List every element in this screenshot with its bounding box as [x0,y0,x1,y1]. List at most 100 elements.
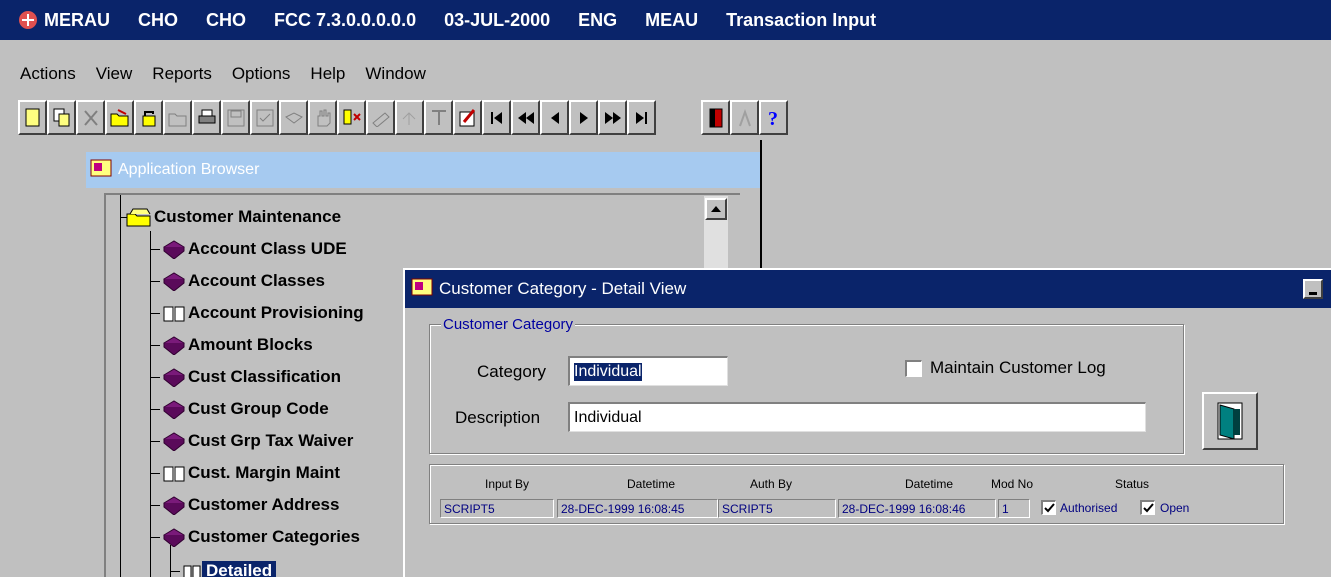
tree-label: Cust. Margin Maint [188,463,341,482]
app-icon [16,8,40,32]
description-input[interactable]: Individual [568,402,1146,432]
open-book-icon [183,565,201,577]
detail-title-bar: Customer Category - Detail View [405,270,1331,308]
category-input[interactable]: Individual [568,356,728,386]
title-function: Transaction Input [726,9,877,30]
tree-item-customer-address[interactable]: Customer Address [150,491,339,519]
new-button[interactable] [18,100,47,135]
tree-item-cust-group-code[interactable]: Cust Group Code [150,395,329,423]
book-icon [163,528,185,547]
fast-forward-icon [604,111,621,124]
last-record-button[interactable] [627,100,656,135]
title-user: MERAU [44,9,110,30]
tree-item-account-provisioning[interactable]: Account Provisioning [150,299,364,327]
back-icon [550,111,559,124]
tree-label: Cust Classification [188,367,342,386]
datetime-auth-header: Datetime [905,477,954,491]
tree-label: Customer Address [188,495,340,514]
copy-button[interactable] [47,100,76,135]
book-icon [163,400,185,419]
description-label: Description [455,408,541,427]
person-icon [738,108,751,126]
delete-icon [83,109,98,126]
tree-item-amount-blocks[interactable]: Amount Blocks [150,331,313,359]
new-icon [25,108,39,126]
window-icon [90,158,114,182]
rollover-button[interactable] [395,100,424,135]
template-button[interactable] [424,100,453,135]
menu-reports[interactable]: Reports [152,64,212,84]
query-button[interactable] [337,100,366,135]
menu-help[interactable]: Help [310,64,345,84]
first-icon [490,111,502,124]
unlock-button[interactable] [105,100,134,135]
next-record-button[interactable] [569,100,598,135]
open-checkbox [1140,500,1155,515]
close-record-button[interactable] [163,100,192,135]
help-icon: ? [768,108,778,129]
auth-datetime-field: 28-DEC-1999 16:08:46 [838,499,996,518]
first-record-button[interactable] [482,100,511,135]
tree-item-detailed[interactable]: Detailed [170,557,277,577]
exit-button[interactable] [1202,392,1258,450]
tree-item-cust-classification[interactable]: Cust Classification [150,363,341,391]
fast-back-icon [517,111,534,124]
mod-no-field: 1 [998,499,1030,518]
authorize-button[interactable] [134,100,163,135]
tree-item-customer-categories[interactable]: Customer Categories [150,523,360,551]
authorised-checkbox [1041,500,1056,515]
menu-options[interactable]: Options [232,64,291,84]
print-button[interactable] [192,100,221,135]
liquidate-button[interactable] [366,100,395,135]
next-page-button[interactable] [598,100,627,135]
hold-button[interactable] [308,100,337,135]
book-icon [163,496,185,515]
description-value: Individual [574,408,642,426]
tree-item-cust-grp-tax-waiver[interactable]: Cust Grp Tax Waiver [150,427,353,455]
tree-item-cust-margin-maint[interactable]: Cust. Margin Maint [150,459,340,487]
tree-label: Account Provisioning [188,303,364,322]
menu-bar: Actions View Reports Options Help Window [0,60,426,88]
menu-view[interactable]: View [96,64,133,84]
tree-item-account-classes[interactable]: Account Classes [150,267,325,295]
previous-record-button[interactable] [540,100,569,135]
forward-icon [579,111,588,124]
open-folder-icon [110,108,128,126]
authorised-label: Authorised [1060,501,1118,515]
tree-label: Amount Blocks [188,335,313,354]
title-bar: MERAU CHO CHO FCC 7.3.0.0.0.0.0 03-JUL-2… [0,0,1331,40]
minimize-button[interactable] [1303,279,1323,299]
book-icon [163,336,185,355]
open-label: Open [1160,501,1190,515]
exit-toolbar-button[interactable] [701,100,730,135]
copy-icon [53,108,69,126]
sign-off-button[interactable] [730,100,759,135]
book-icon [163,272,185,291]
maintain-customer-log-checkbox[interactable] [905,360,922,377]
help-button[interactable]: ? [759,100,788,135]
svg-text:?: ? [768,108,778,129]
menu-actions[interactable]: Actions [20,64,76,84]
open-book-icon [163,466,185,482]
tree-item-account-class-ude[interactable]: Account Class UDE [150,235,347,263]
scroll-up-button[interactable] [705,198,727,220]
checkmark-icon [1043,503,1055,513]
confirm-button[interactable] [250,100,279,135]
edit-icon [459,108,475,126]
save-button[interactable] [221,100,250,135]
title-branch-2: CHO [206,9,246,30]
pencil-icon [371,111,390,127]
arrow-up-icon [711,206,721,212]
previous-page-button[interactable] [511,100,540,135]
application-browser-title-bar: Application Browser [86,152,762,188]
open-book-icon [163,306,185,322]
save-icon [227,109,244,126]
reverse-button[interactable] [279,100,308,135]
delete-button[interactable] [76,100,105,135]
window-icon [411,277,435,301]
menu-window[interactable]: Window [365,64,425,84]
edit-button[interactable] [453,100,482,135]
exit-door-icon [1217,402,1243,440]
lock-icon [142,110,155,126]
tree-root-customer-maintenance[interactable]: Customer Maintenance [126,203,341,231]
